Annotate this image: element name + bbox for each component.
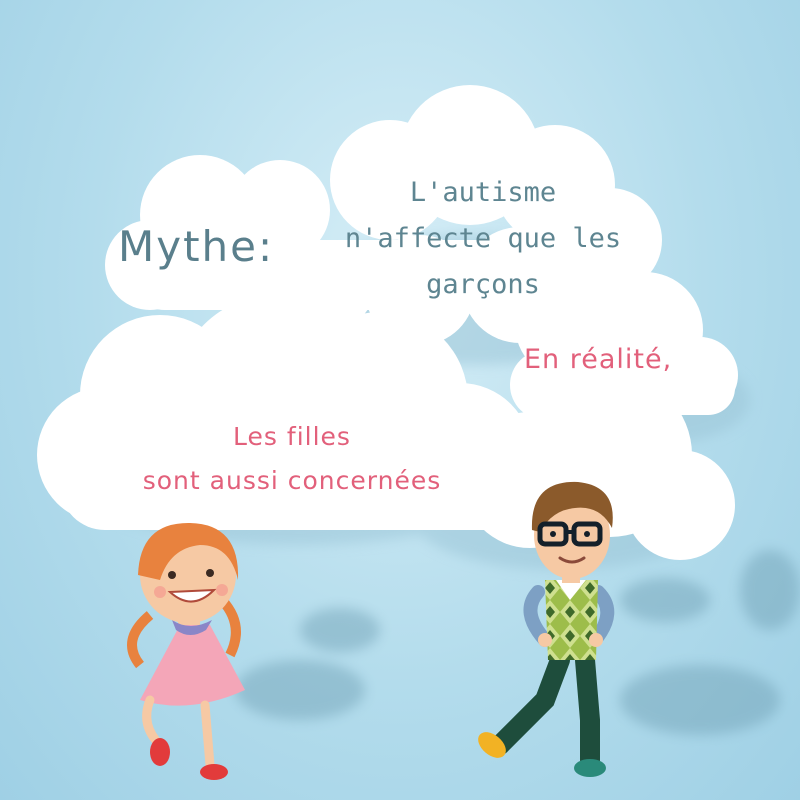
reality-statement: Les filles sont aussi concernées xyxy=(82,415,502,503)
myth-line: n'affecte que les xyxy=(344,223,622,254)
reality-label: En réalité, xyxy=(524,344,673,375)
illustration xyxy=(37,85,800,780)
myth-line: garçons xyxy=(426,269,540,300)
poster: Mythe: L'autisme n'affecte que les garço… xyxy=(0,0,800,800)
reality-line: sont aussi concernées xyxy=(142,466,442,495)
myth-label: Mythe: xyxy=(118,222,275,271)
myth-line: L'autisme xyxy=(409,177,557,208)
myth-statement: L'autisme n'affecte que les garçons xyxy=(318,170,648,308)
reality-line: Les filles xyxy=(233,422,351,451)
girl-character-icon xyxy=(127,522,245,780)
